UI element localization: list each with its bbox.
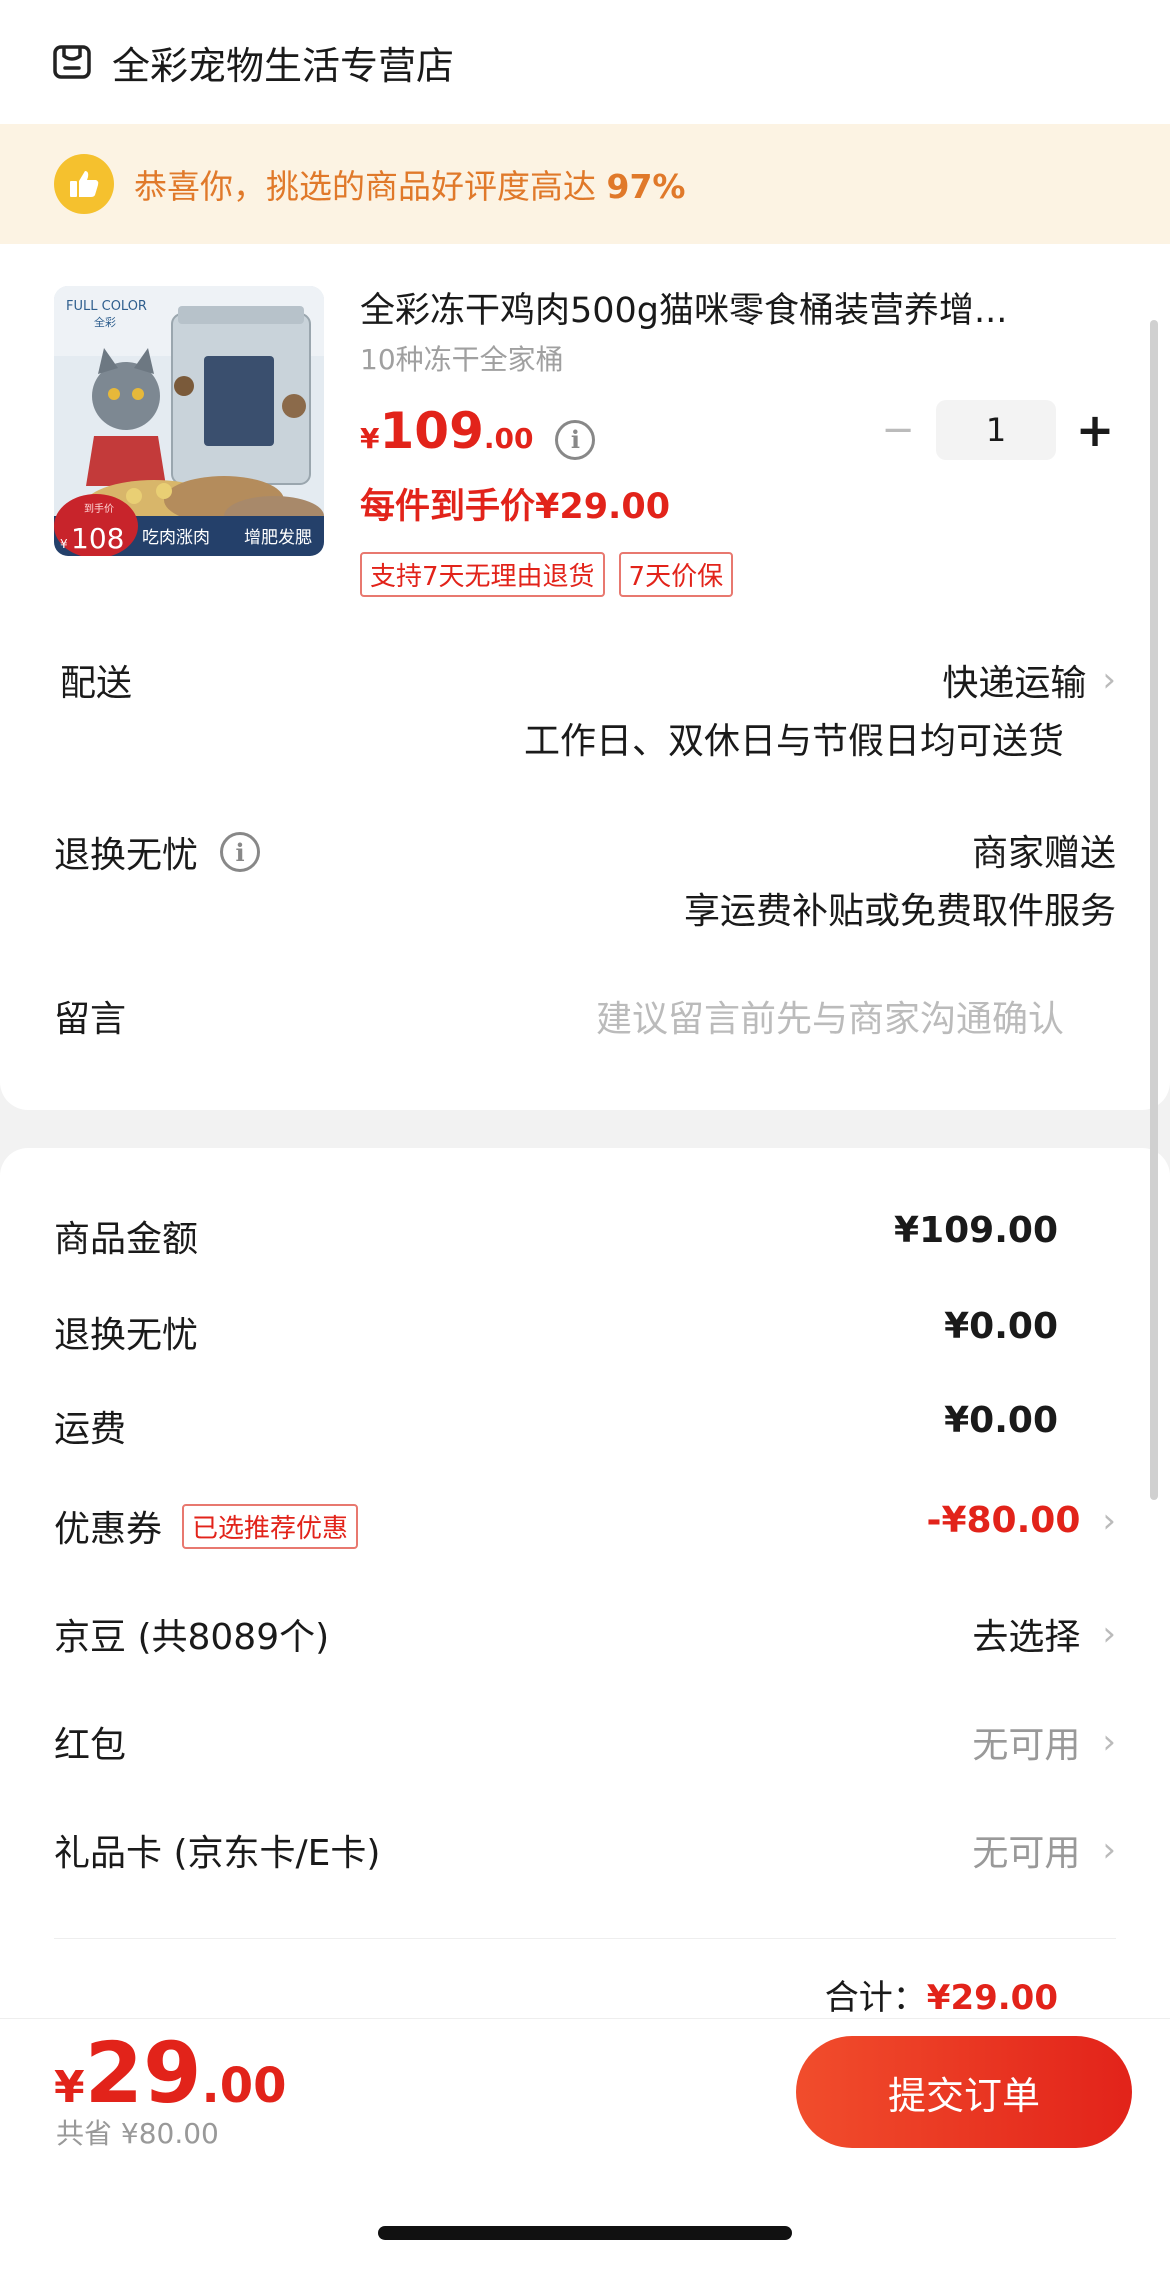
badge-currency: ¥ xyxy=(60,537,68,551)
coupon-label: 优惠券 xyxy=(54,1509,163,1550)
submit-order-button[interactable]: 提交订单 xyxy=(796,2036,1132,2148)
delivery-method[interactable]: 快递运输 › xyxy=(942,654,1116,706)
gift-card-value: 无可用 xyxy=(972,1833,1081,1874)
gift-card-select[interactable]: 无可用 › xyxy=(972,1824,1116,1876)
product-title[interactable]: 全彩冻干鸡肉500g猫咪零食桶装营养增... xyxy=(360,282,1120,333)
badge-label: 到手价 xyxy=(84,502,114,515)
jingdou-select[interactable]: 去选择 › xyxy=(972,1608,1116,1660)
product-spec[interactable]: 10种冻干全家桶 xyxy=(360,338,564,378)
chevron-right-icon: › xyxy=(1102,1500,1116,1541)
chevron-right-icon: › xyxy=(1102,1830,1116,1870)
payable-currency: ¥ xyxy=(54,2062,85,2113)
worry-free-detail: 享运费补贴或免费取件服务 xyxy=(683,891,1116,932)
shipping-value: ¥0.00 xyxy=(944,1400,1058,1441)
message-label: 留言 xyxy=(54,999,127,1040)
price-decimal: .00 xyxy=(483,422,534,455)
chevron-right-icon: › xyxy=(1102,1722,1116,1762)
price-integer: 109 xyxy=(379,402,484,460)
order-total: 合计： ¥29.00 xyxy=(825,1970,1058,2019)
goods-amount-value: ¥109.00 xyxy=(894,1210,1058,1251)
brand-cn-text: 全彩 xyxy=(94,315,116,329)
scrollbar[interactable] xyxy=(1150,320,1158,1500)
price-protect-tag: 7天价保 xyxy=(618,552,734,597)
chevron-right-icon: › xyxy=(1102,1614,1116,1654)
coupon-value-group[interactable]: -¥80.00 › xyxy=(927,1500,1116,1541)
delivery-method-text: 快递运输 xyxy=(942,663,1087,704)
coupon-tag: 已选推荐优惠 xyxy=(182,1503,359,1549)
brand-text: FULL COLOR xyxy=(66,299,147,314)
chevron-right-icon: › xyxy=(1102,660,1116,700)
praise-text: 恭喜你，挑选的商品好评度高达 97% xyxy=(134,167,686,206)
worry-free-fee-label: 退换无忧 xyxy=(54,1315,199,1356)
praise-banner: 恭喜你，挑选的商品好评度高达 97% xyxy=(0,124,1170,244)
saved-amount: 共省 ¥80.00 xyxy=(56,2117,219,2150)
price-summary-card xyxy=(0,1148,1170,2018)
price-currency: ¥ xyxy=(360,422,380,455)
shipping-label: 运费 xyxy=(54,1409,127,1450)
delivery-label: 配送 xyxy=(60,663,133,704)
payable-amount: ¥ 29 .00 xyxy=(54,2024,287,2122)
worry-free-row: 退换无忧 i xyxy=(54,826,261,878)
message-input[interactable]: 建议留言前先与商家沟通确认 xyxy=(596,990,1064,1042)
divider xyxy=(54,1938,1116,1939)
home-indicator[interactable] xyxy=(378,2226,792,2240)
thumbs-up-icon xyxy=(54,154,114,214)
worry-free-label: 退换无忧 xyxy=(54,835,199,876)
service-tags: 支持7天无理由退货 7天价保 xyxy=(360,552,734,597)
coupon-row[interactable]: 优惠券 已选推荐优惠 xyxy=(54,1500,359,1552)
caption-1: 吃肉涨肉 xyxy=(142,528,210,548)
quantity-input[interactable]: 1 xyxy=(936,400,1056,460)
goods-amount-label: 商品金额 xyxy=(54,1219,199,1260)
quantity-decrement-button[interactable]: − xyxy=(878,400,918,460)
product-image[interactable]: FULL COLOR 全彩 吃肉涨肉 增肥发腮 到手价 ¥ 108 xyxy=(54,286,324,556)
store-name: 全彩宠物生活专营店 xyxy=(112,43,455,88)
worry-free-fee-value: ¥0.00 xyxy=(944,1306,1058,1347)
store-header[interactable]: 全彩宠物生活专营店 xyxy=(0,0,1170,124)
payable-integer: 29 xyxy=(84,2024,202,2122)
jingdou-value: 去选择 xyxy=(972,1617,1081,1658)
worry-free-value: 商家赠送 xyxy=(971,833,1116,874)
product-price: ¥ 109 .00 i xyxy=(360,402,596,460)
caption-2: 增肥发腮 xyxy=(244,528,312,548)
gift-card-label: 礼品卡 (京东卡/E卡) xyxy=(54,1833,381,1874)
red-packet-value: 无可用 xyxy=(972,1725,1081,1766)
jingdou-label: 京豆 (共8089个) xyxy=(54,1617,330,1658)
hand-price: 每件到手价¥29.00 xyxy=(360,487,671,527)
price-info-icon[interactable]: i xyxy=(555,419,596,460)
payable-decimal: .00 xyxy=(201,2058,287,2114)
total-value: ¥29.00 xyxy=(926,1978,1058,2018)
info-icon[interactable]: i xyxy=(220,832,261,872)
total-label: 合计： xyxy=(824,1978,927,2018)
red-packet-select[interactable]: 无可用 › xyxy=(972,1716,1116,1768)
coupon-value: -¥80.00 xyxy=(926,1500,1081,1541)
quantity-increment-button[interactable]: + xyxy=(1072,400,1118,460)
delivery-detail: 工作日、双休日与节假日均可送货 xyxy=(523,721,1064,762)
return-tag: 支持7天无理由退货 xyxy=(360,552,605,597)
red-packet-label: 红包 xyxy=(54,1725,127,1766)
badge-price: 108 xyxy=(71,522,124,555)
store-icon xyxy=(53,45,91,79)
